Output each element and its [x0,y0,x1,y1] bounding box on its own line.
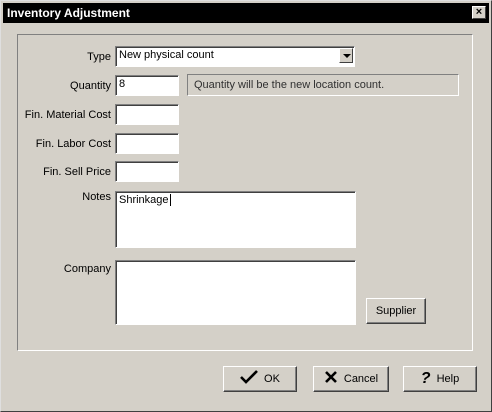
type-select[interactable]: New physical count [115,46,355,67]
chevron-down-icon[interactable] [339,48,353,63]
text-cursor [169,194,171,207]
question-icon: ? [420,370,431,387]
supplier-button[interactable]: Supplier [366,298,426,324]
title-bar[interactable]: Inventory Adjustment × [3,3,489,23]
supplier-button-label: Supplier [375,305,417,317]
x-icon [324,370,338,388]
cancel-button[interactable]: Cancel [313,366,389,392]
quantity-label: Quantity [70,80,111,92]
sell-price-input[interactable] [115,161,179,182]
notes-label: Notes [82,191,111,203]
material-cost-label: Fin. Material Cost [24,109,111,121]
company-label: Company [63,263,111,275]
help-button-label: Help [436,373,460,385]
sell-price-label: Fin. Sell Price [43,166,111,178]
inventory-adjustment-dialog: Inventory Adjustment × Type New physical… [0,0,492,412]
ok-button-label: OK [264,373,280,385]
labor-cost-input[interactable] [115,133,179,154]
notes-text: Shrinkage [119,194,169,206]
material-cost-input[interactable] [115,104,179,125]
quantity-hint: Quantity will be the new location count. [187,74,459,96]
window-title: Inventory Adjustment [7,6,130,20]
notes-textarea[interactable]: Shrinkage [115,191,356,248]
labor-cost-label: Fin. Labor Cost [35,138,111,150]
close-icon[interactable]: × [472,6,486,19]
type-select-value: New physical count [119,49,214,61]
company-textarea[interactable] [115,260,356,325]
quantity-input[interactable]: 8 [115,75,179,96]
help-button[interactable]: ? Help [403,366,477,392]
type-label: Type [87,51,111,63]
ok-button[interactable]: OK [223,366,297,392]
checkmark-icon [240,370,258,388]
cancel-button-label: Cancel [343,373,379,385]
